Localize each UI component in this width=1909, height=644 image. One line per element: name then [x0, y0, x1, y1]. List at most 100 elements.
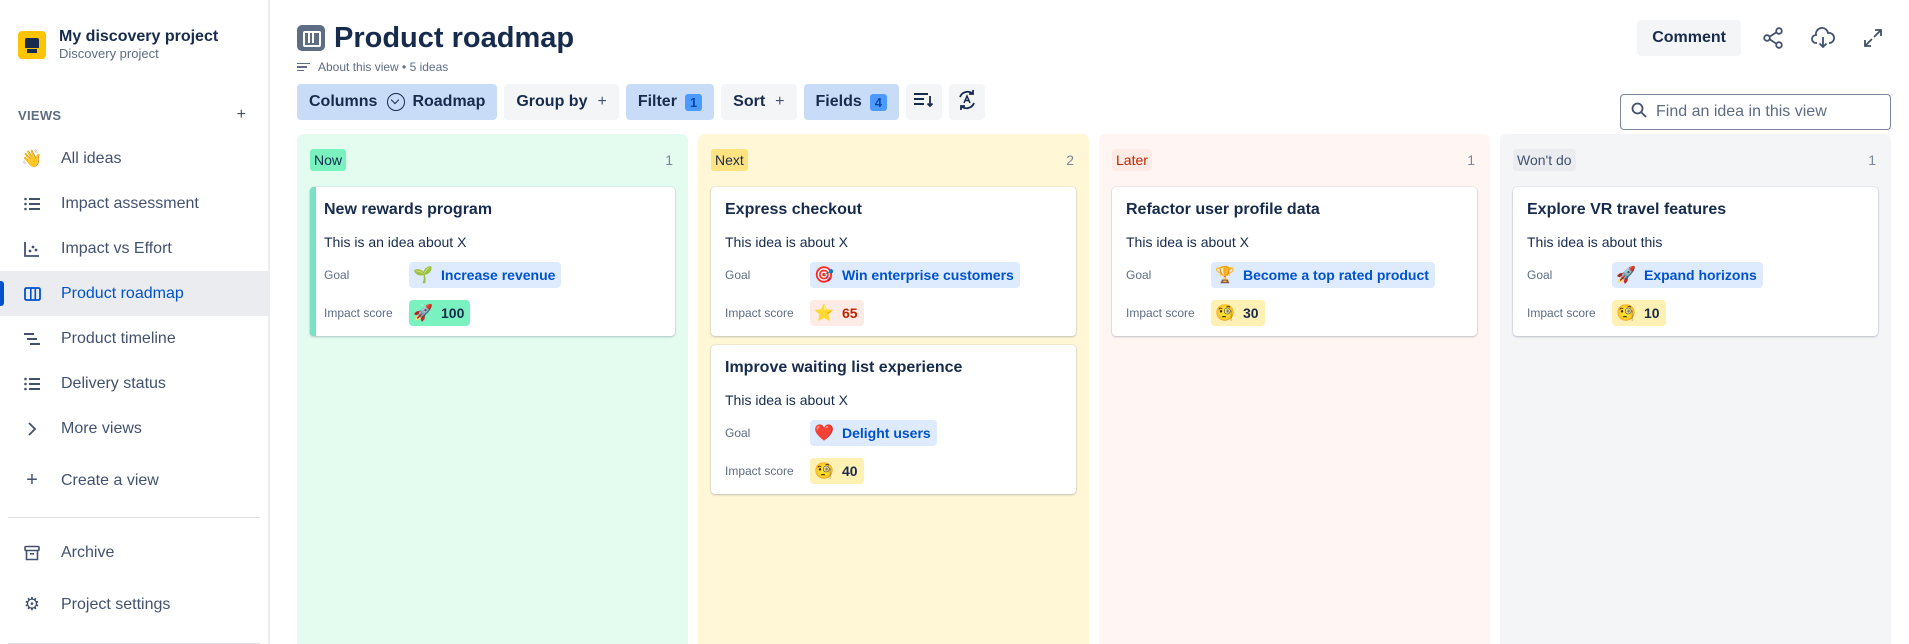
- chevron-right-icon: [22, 419, 42, 439]
- trophy-icon: 🏆: [1215, 267, 1235, 284]
- filter-label: Filter: [637, 93, 677, 110]
- impact-chip[interactable]: 🧐 10: [1612, 300, 1666, 326]
- fields-count-badge: 4: [869, 93, 887, 111]
- goal-value: Increase revenue: [441, 267, 556, 283]
- goal-chip[interactable]: 🎯 Win enterprise customers: [810, 262, 1020, 288]
- fields-label: Fields: [815, 93, 862, 110]
- page-title: Product roadmap: [334, 21, 575, 54]
- sidebar-item-product-roadmap[interactable]: Product roadmap: [0, 271, 268, 316]
- views-nav: 👋 All ideas Impact assessment Impact vs …: [0, 136, 268, 503]
- fields-button[interactable]: Fields 4: [803, 84, 899, 120]
- columns-button[interactable]: Columns Roadmap: [297, 84, 498, 120]
- monocle-face-icon: 🧐: [1616, 305, 1636, 322]
- rocket-icon: 🚀: [413, 305, 433, 322]
- heart-icon: ❤️: [814, 425, 834, 442]
- timeline-icon: [22, 329, 42, 349]
- idea-card[interactable]: New rewards program This is an idea abou…: [310, 187, 675, 336]
- goal-chip[interactable]: 🌱 Increase revenue: [409, 262, 562, 288]
- about-text: About this view • 5 ideas: [318, 60, 449, 74]
- card-title: Express checkout: [725, 201, 862, 218]
- target-icon: 🎯: [814, 267, 834, 284]
- sidebar-item-project-settings[interactable]: ⚙ Project settings: [0, 582, 268, 627]
- impact-label: Impact score: [725, 464, 794, 478]
- sidebar-item-impact-vs-effort[interactable]: Impact vs Effort: [0, 226, 268, 271]
- column-next: Next 2 Express checkout This idea is abo…: [698, 134, 1089, 644]
- idea-card[interactable]: Explore VR travel features This idea is …: [1513, 187, 1878, 336]
- sidebar-item-impact-assessment[interactable]: Impact assessment: [0, 181, 268, 226]
- group-by-button[interactable]: Group by +: [504, 84, 619, 120]
- column-now: Now 1 New rewards program This is an ide…: [297, 134, 688, 644]
- share-icon[interactable]: [1755, 20, 1791, 56]
- add-view-plus-icon[interactable]: +: [237, 106, 246, 124]
- card-layout-button[interactable]: [905, 84, 942, 120]
- comment-button[interactable]: Comment: [1637, 20, 1741, 56]
- search-input[interactable]: [1656, 103, 1866, 121]
- group-by-label: Group by: [516, 93, 588, 110]
- sidebar-item-create-view[interactable]: + Create a view: [0, 458, 268, 503]
- impact-chip[interactable]: 🚀 100: [409, 300, 471, 326]
- search-box[interactable]: [1620, 94, 1891, 130]
- idea-card[interactable]: Refactor user profile data This idea is …: [1112, 187, 1477, 336]
- expand-icon[interactable]: [1855, 20, 1891, 56]
- sidebar-item-label: Delivery status: [61, 374, 166, 392]
- impact-value: 40: [842, 463, 858, 479]
- auto-sort-button[interactable]: [948, 84, 985, 120]
- sidebar-item-delivery-status[interactable]: Delivery status: [0, 361, 268, 406]
- impact-label: Impact score: [1527, 306, 1596, 320]
- cloud-download-icon[interactable]: [1805, 20, 1841, 56]
- sidebar-item-label: Impact assessment: [61, 194, 199, 212]
- board-columns-icon: [297, 25, 325, 51]
- filter-button[interactable]: Filter 1: [625, 84, 715, 120]
- rocket-icon: 🚀: [1616, 267, 1636, 284]
- sidebar-item-all-ideas[interactable]: 👋 All ideas: [0, 136, 268, 181]
- sidebar-item-label: Impact vs Effort: [61, 239, 172, 257]
- impact-label: Impact score: [1126, 306, 1195, 320]
- column-wont-do: Won't do 1 Explore VR travel features Th…: [1500, 134, 1891, 644]
- chevron-circle-icon: [387, 93, 406, 111]
- goal-chip[interactable]: ❤️ Delight users: [810, 420, 937, 446]
- archive-icon: [22, 543, 42, 563]
- list-icon: [22, 374, 42, 394]
- impact-chip[interactable]: ⭐ 65: [810, 300, 864, 326]
- sidebar-item-label: Product timeline: [61, 329, 176, 347]
- card-description: This idea is about X: [725, 234, 848, 250]
- impact-value: 30: [1243, 305, 1259, 321]
- project-header[interactable]: My discovery project Discovery project: [0, 0, 268, 62]
- card-description: This is an idea about X: [324, 234, 467, 250]
- column-tag: Later: [1112, 149, 1152, 171]
- card-title: Explore VR travel features: [1527, 201, 1727, 218]
- views-heading: VIEWS: [18, 107, 62, 123]
- idea-card[interactable]: Improve waiting list experience This ide…: [711, 345, 1076, 494]
- column-count: 1: [1467, 152, 1475, 168]
- card-description: This idea is about this: [1527, 234, 1663, 250]
- goal-label: Goal: [725, 268, 751, 282]
- goal-label: Goal: [1527, 268, 1553, 282]
- sort-button[interactable]: Sort +: [721, 84, 797, 120]
- idea-card[interactable]: Express checkout This idea is about X Go…: [711, 187, 1076, 336]
- goal-value: Become a top rated product: [1243, 267, 1429, 283]
- goal-label: Goal: [1126, 268, 1152, 282]
- board-columns-icon: [22, 284, 42, 304]
- goal-chip[interactable]: 🏆 Become a top rated product: [1211, 262, 1435, 288]
- columns-value: Roadmap: [412, 93, 486, 110]
- impact-label: Impact score: [725, 306, 794, 320]
- sidebar-item-product-timeline[interactable]: Product timeline: [0, 316, 268, 361]
- goal-value: Delight users: [842, 425, 931, 441]
- impact-chip[interactable]: 🧐 30: [1211, 300, 1265, 326]
- goal-chip[interactable]: 🚀 Expand horizons: [1612, 262, 1763, 288]
- column-later: Later 1 Refactor user profile data This …: [1099, 134, 1490, 644]
- impact-value: 10: [1644, 305, 1660, 321]
- search-icon: [1631, 102, 1647, 123]
- scatter-chart-icon: [22, 239, 42, 259]
- column-count: 1: [665, 152, 673, 168]
- about-view-link[interactable]: About this view • 5 ideas: [297, 60, 1891, 74]
- goal-label: Goal: [324, 268, 350, 282]
- sidebar-divider: [8, 517, 260, 518]
- sidebar-item-archive[interactable]: Archive: [0, 530, 268, 575]
- plus-icon: +: [26, 469, 38, 491]
- sidebar-item-more-views[interactable]: More views: [0, 406, 268, 451]
- impact-chip[interactable]: 🧐 40: [810, 458, 864, 484]
- goal-value: Win enterprise customers: [842, 267, 1014, 283]
- gear-icon: ⚙: [23, 594, 41, 614]
- card-layout-icon: [913, 92, 934, 113]
